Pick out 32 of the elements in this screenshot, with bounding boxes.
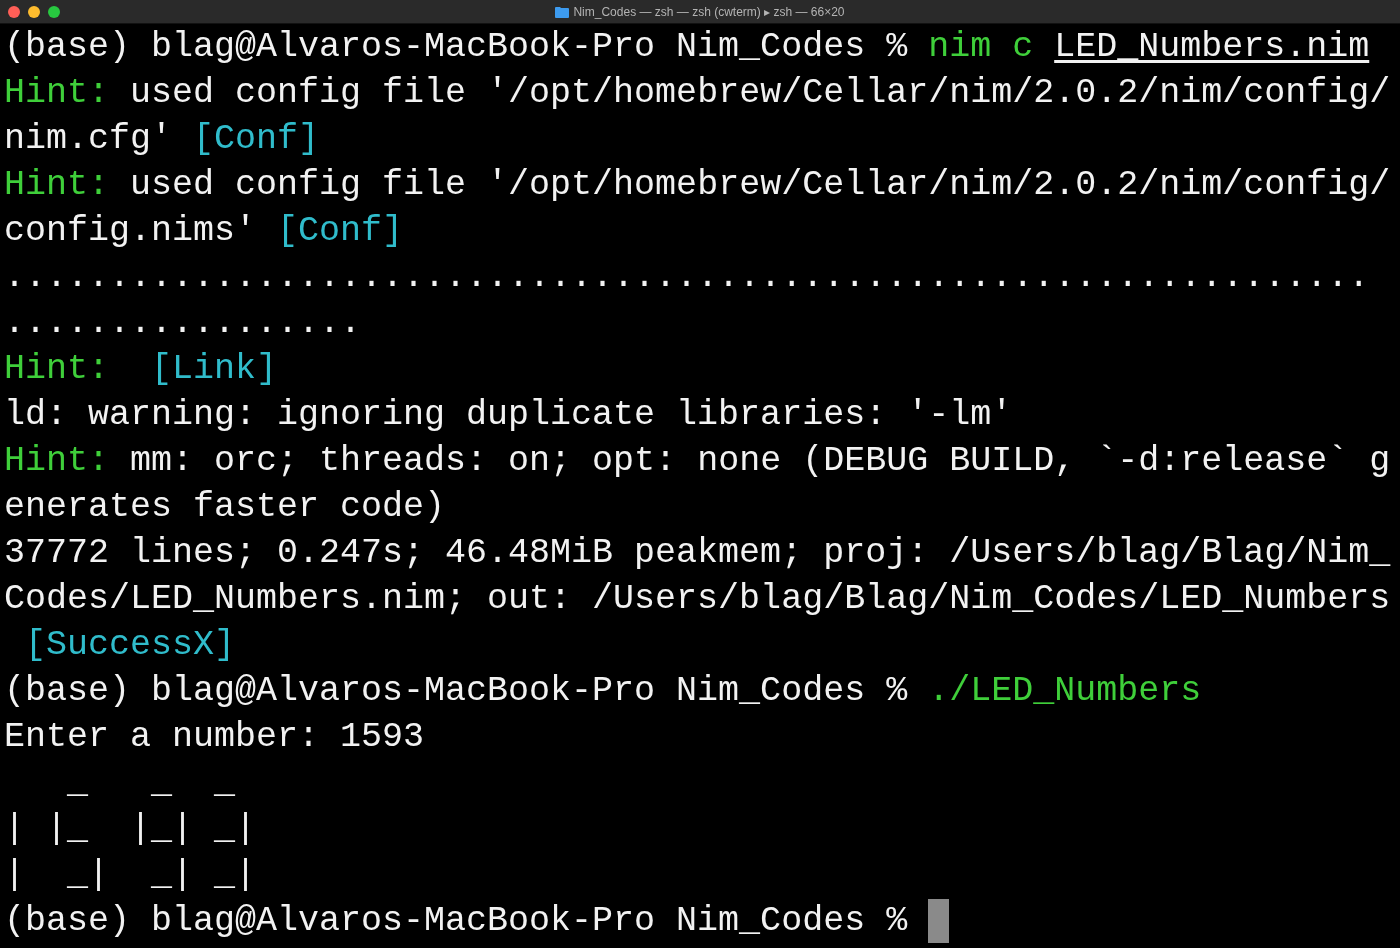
output-text: ld: warning: ignoring duplicate libraries: '-lm' <box>4 394 1013 437</box>
output-text: nim.cfg' <box>4 118 174 161</box>
command-text: nim c <box>928 26 1035 69</box>
hint-label: Hint: <box>4 72 110 115</box>
minimize-button[interactable] <box>28 6 40 18</box>
ascii-digits-text: _ _ _ | |_ |_| _| | _| _| _| <box>4 762 257 897</box>
output-text: used config file '/opt/homebrew/Cellar/nim/2.0.2/nim/config/ <box>129 72 1391 115</box>
output-text: Enter a number: 1593 <box>4 716 425 759</box>
close-button[interactable] <box>8 6 20 18</box>
window-title: Nim_Codes — zsh — zsh (cwterm) ▸ zsh — 66×20 <box>573 3 845 21</box>
zoom-button[interactable] <box>48 6 60 18</box>
prompt-text: (base) blag@Alvaros-MacBook-Pro Nim_Codes % <box>4 26 909 69</box>
hint-label: Hint: <box>4 440 110 483</box>
tag-text: [Link] <box>150 348 278 391</box>
tag-text: [SuccessX] <box>24 624 236 667</box>
output-text: ................................................................. <box>4 256 1370 299</box>
hint-label: Hint: <box>4 164 110 207</box>
tag-text: [Conf] <box>277 210 404 253</box>
output-text: 37772 lines; 0.247s; 46.48MiB peakmem; proj: /Users/blag/Blag/Nim_ <box>4 532 1391 575</box>
output-text: used config file '/opt/homebrew/Cellar/nim/2.0.2/nim/config/ <box>129 164 1391 207</box>
command-text: ./LED_Numbers <box>928 670 1202 713</box>
hint-label: Hint: <box>4 348 110 391</box>
output-text: mm: orc; threads: on; opt: none (DEBUG BUILD, `-d:release` g <box>129 440 1391 483</box>
output-text: config.nims' <box>4 210 258 253</box>
output-text: ................. <box>4 302 362 345</box>
output-text: enerates faster code) <box>4 486 446 529</box>
file-name: LED_Numbers.nim <box>1054 26 1370 69</box>
tag-text: [Conf] <box>193 118 320 161</box>
output-text: Codes/LED_Numbers.nim; out: /Users/blag/Blag/Nim_Codes/LED_Numbers <box>4 578 1391 621</box>
folder-icon <box>555 5 570 18</box>
prompt-text: (base) blag@Alvaros-MacBook-Pro Nim_Codes % <box>4 900 909 943</box>
prompt-text: (base) blag@Alvaros-MacBook-Pro Nim_Codes % <box>4 670 909 713</box>
